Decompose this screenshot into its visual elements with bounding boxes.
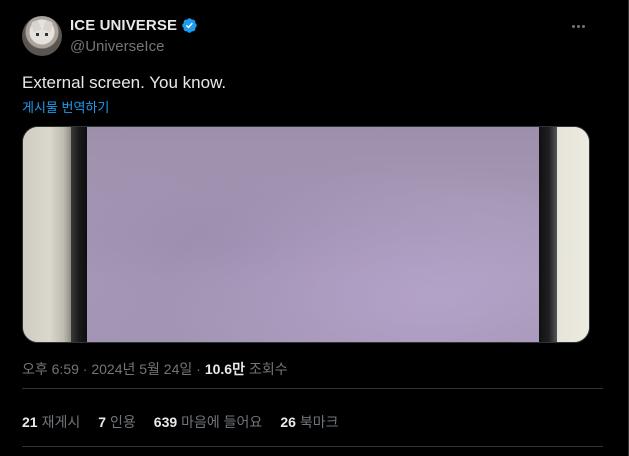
views-count: 10.6만 [204,361,245,377]
avatar-eyes [36,33,48,36]
photo-screen-area [87,127,539,342]
photo-left-bezel [71,127,87,342]
photo-right-bezel [539,127,557,342]
quotes-count: 7 [98,414,107,430]
translate-post-link[interactable]: 게시물 번역하기 [22,97,109,116]
quotes-stat[interactable]: 7 인용 [98,412,136,432]
reposts-count: 21 [22,414,38,430]
tweet-metadata: 오후 6:59 · 2024년 5월 24일 · 10.6만 조회수 [22,359,288,379]
author-handle[interactable]: @UniverseIce [70,38,164,55]
engagement-stats: 21 재게시 7 인용 639 마음에 들어요 26 북마크 [22,412,357,432]
divider [22,446,603,447]
verified-badge-icon [182,18,197,33]
avatar-ear-right [42,20,54,32]
bookmarks-count: 26 [280,414,296,430]
views-label: 조회수 [248,361,288,377]
author-avatar[interactable] [22,16,62,56]
bookmarks-label: 북마크 [299,414,339,430]
bookmarks-stat[interactable]: 26 북마크 [280,412,338,432]
likes-label: 마음에 들어요 [181,414,263,430]
tweet-timestamp[interactable]: 오후 6:59 · 2024년 5월 24일 · [22,359,201,379]
more-options-icon[interactable] [567,20,589,32]
author-name-row[interactable]: ICE UNIVERSE [70,17,198,34]
more-dot [581,24,585,28]
photo-left-wall [23,127,71,342]
quotes-label: 인용 [110,414,136,430]
photo-right-wall [557,127,589,342]
divider [22,388,603,389]
reposts-label: 재게시 [41,414,81,430]
more-dot [571,24,575,28]
more-dot [576,24,580,28]
likes-stat[interactable]: 639 마음에 들어요 [154,412,263,432]
likes-count: 639 [153,414,178,430]
author-display-name[interactable]: ICE UNIVERSE [70,17,177,34]
tweet-media-image[interactable] [22,126,590,343]
avatar-ear-left [30,20,42,32]
reposts-stat[interactable]: 21 재게시 [22,412,80,432]
tweet-text: External screen. You know. [22,73,227,92]
